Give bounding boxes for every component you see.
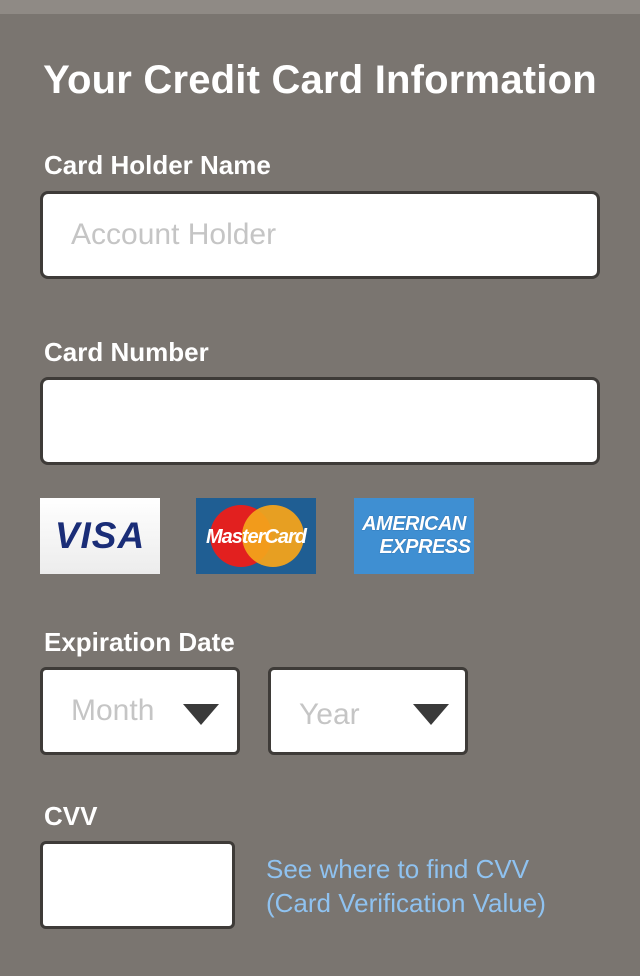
chevron-down-icon — [413, 704, 449, 725]
expiration-date-label: Expiration Date — [44, 627, 235, 657]
card-holder-input[interactable] — [40, 191, 600, 279]
card-holder-label: Card Holder Name — [44, 150, 271, 180]
mastercard-logo: MasterCard — [196, 498, 316, 574]
chevron-down-icon — [183, 704, 219, 725]
top-strip — [0, 0, 640, 14]
cvv-help-line2: (Card Verification Value) — [266, 888, 546, 918]
cvv-input[interactable] — [40, 841, 235, 929]
month-select-value: Month — [71, 694, 155, 727]
mastercard-logo-text: MasterCard — [206, 526, 308, 548]
amex-logo-line2: EXPRESS — [379, 536, 471, 558]
year-select-value: Year — [299, 698, 360, 731]
expiration-year-select[interactable]: Year — [268, 667, 468, 755]
page-title: Your Credit Card Information — [43, 58, 597, 102]
card-number-input[interactable] — [40, 377, 600, 465]
card-number-label: Card Number — [44, 337, 209, 367]
expiration-month-select[interactable]: Month — [40, 667, 240, 755]
cvv-help-line1: See where to find CVV — [266, 854, 530, 884]
visa-logo-text: VISA — [54, 515, 146, 556]
mastercard-circles-icon: MasterCard — [206, 505, 309, 567]
amex-logo-line1: AMERICAN — [362, 513, 466, 535]
cvv-label: CVV — [44, 801, 98, 831]
cvv-help-link[interactable]: See where to find CVV (Card Verification… — [266, 852, 546, 920]
visa-logo: VISA — [40, 498, 160, 574]
amex-logo: AMERICAN EXPRESS — [354, 498, 474, 574]
